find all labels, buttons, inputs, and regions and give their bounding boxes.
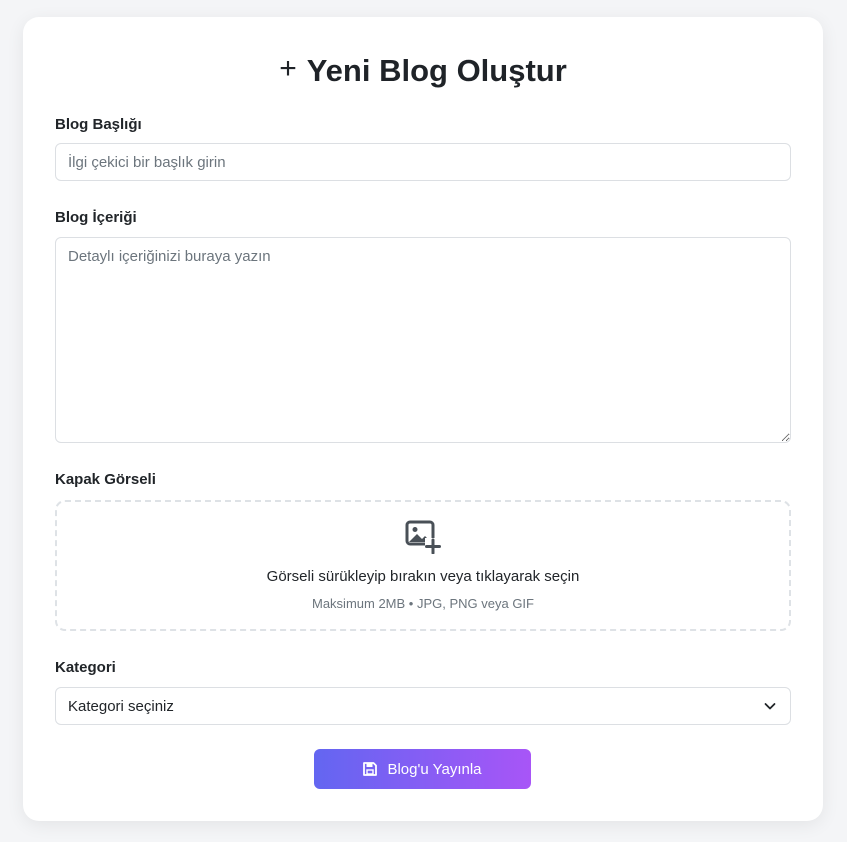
page-title: + Yeni Blog Oluştur: [23, 51, 823, 92]
blog-content-label: Blog İçeriği: [55, 209, 137, 226]
blog-content-textarea[interactable]: [55, 237, 791, 443]
publish-blog-button[interactable]: Blog'u Yayınla: [314, 749, 531, 789]
dropzone-hint-text: Maksimum 2MB • JPG, PNG veya GIF: [312, 596, 534, 611]
dropzone-main-text: Görseli sürükleyip bırakın veya tıklayar…: [266, 568, 580, 585]
cover-image-dropzone[interactable]: Görseli sürükleyip bırakın veya tıklayar…: [55, 500, 791, 631]
image-add-icon: [405, 520, 441, 554]
cover-image-label: Kapak Görseli: [55, 471, 156, 488]
blog-form-card: + Yeni Blog Oluştur Blog Başlığı Blog İçe…: [23, 17, 823, 821]
category-label: Kategori: [55, 659, 116, 676]
category-selected-value: Kategori seçiniz: [68, 698, 174, 715]
plus-icon: +: [279, 52, 297, 85]
chevron-down-icon: [764, 703, 776, 710]
blog-title-input[interactable]: [55, 143, 791, 181]
blog-title-label: Blog Başlığı: [55, 116, 142, 133]
save-icon: [363, 762, 378, 776]
page-title-text: Yeni Blog Oluştur: [306, 53, 567, 88]
publish-button-label: Blog'u Yayınla: [387, 760, 482, 778]
category-select[interactable]: Kategori seçiniz: [55, 687, 791, 725]
